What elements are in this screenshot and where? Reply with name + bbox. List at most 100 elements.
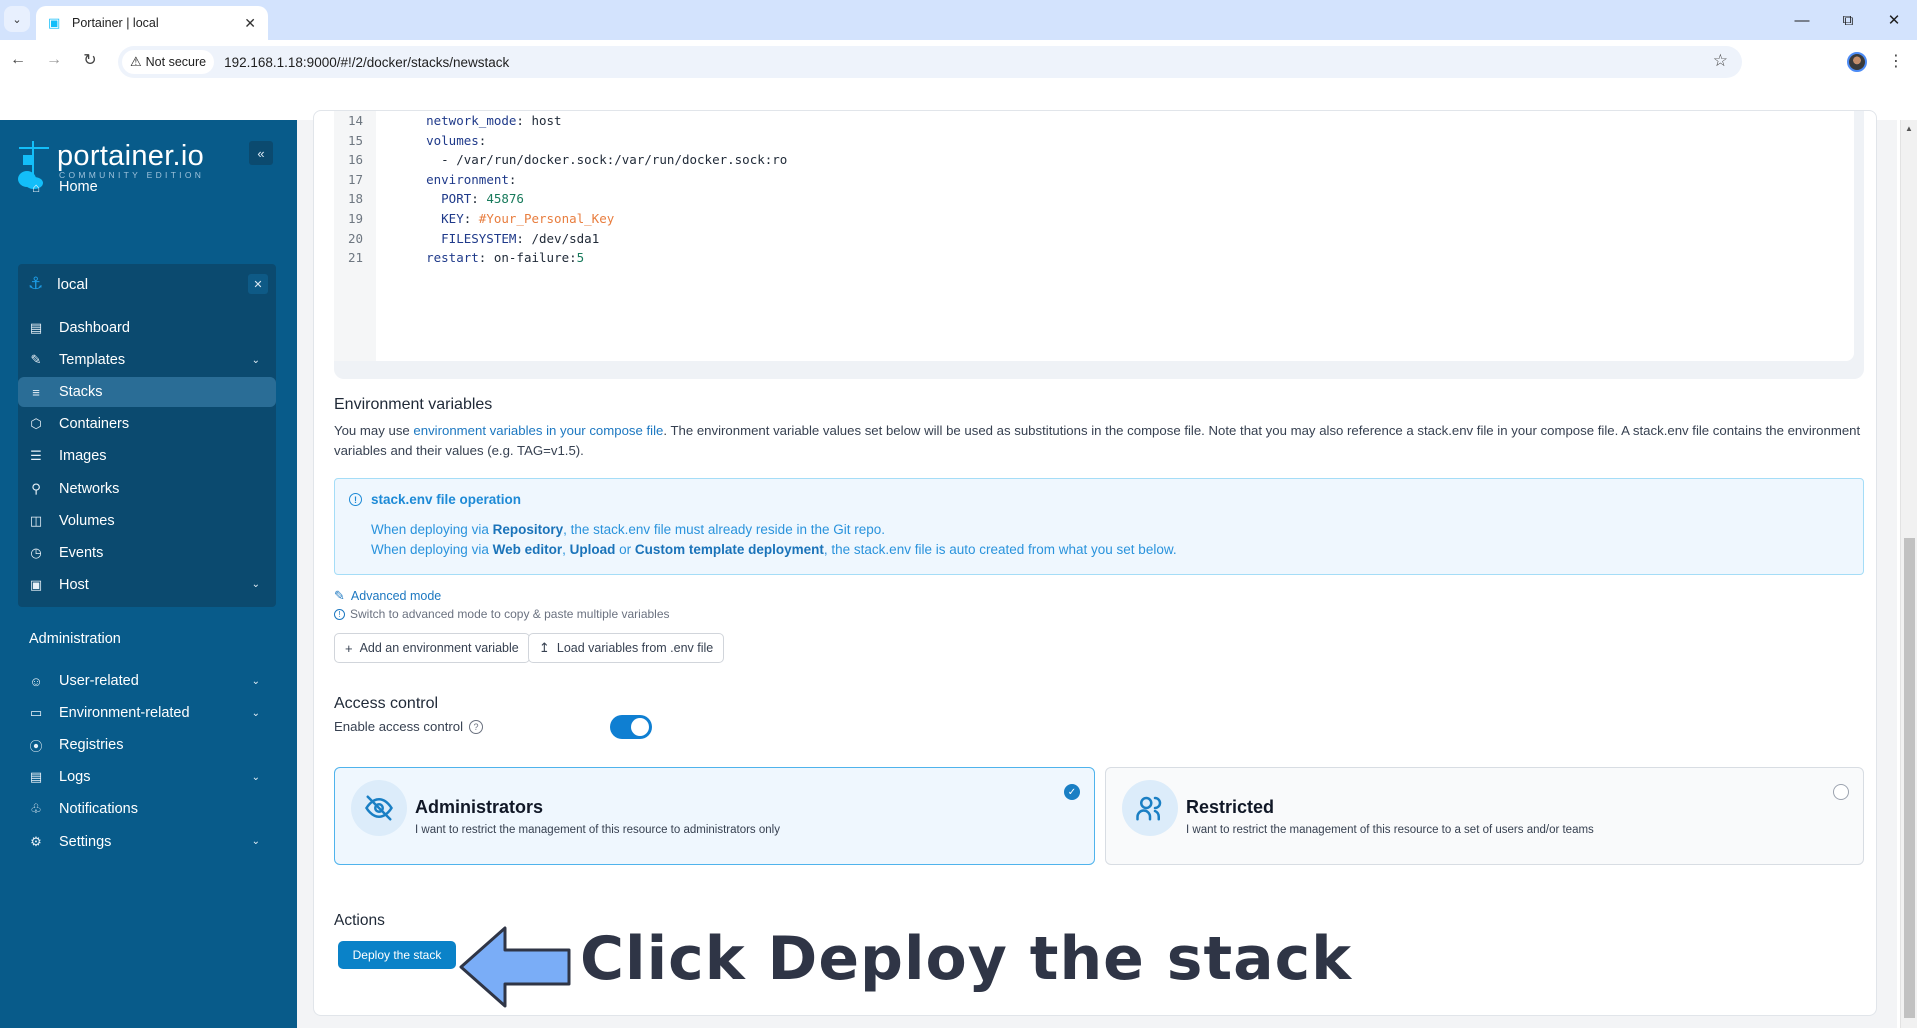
profile-avatar[interactable] — [1847, 52, 1867, 72]
bookmark-star-icon[interactable]: ☆ — [1713, 51, 1728, 71]
restore-icon[interactable]: ⧉ — [1825, 0, 1871, 40]
edit-icon: ✎ — [334, 588, 345, 603]
security-indicator[interactable]: ⚠ Not secure — [122, 50, 215, 74]
unselected-radio[interactable] — [1833, 784, 1849, 800]
code-line: 15 volumes: — [334, 131, 486, 151]
code-line: 16 - /var/run/docker.sock:/var/run/docke… — [334, 150, 787, 170]
chevron-down-icon[interactable]: ⌄ — [252, 676, 260, 687]
sidebar-item-dashboard[interactable]: ▤ Dashboard — [18, 313, 276, 343]
sidebar-item-label: Logs — [59, 769, 91, 786]
sidebar-item-settings[interactable]: ⚙ Settings ⌄ — [18, 827, 276, 857]
info-line-web-editor: When deploying via Web editor, Upload or… — [371, 542, 1177, 557]
sidebar-item-containers[interactable]: ⬡ Containers — [18, 409, 276, 439]
advanced-mode-hint: ! Switch to advanced mode to copy & past… — [334, 607, 670, 621]
access-control-toggle[interactable] — [610, 715, 652, 739]
file-text-icon: ▤ — [29, 769, 43, 785]
sidebar-item-images[interactable]: ☰ Images — [18, 441, 276, 471]
scrollbar-thumb[interactable] — [1904, 538, 1915, 1018]
access-option-administrators[interactable]: Administrators I want to restrict the ma… — [334, 767, 1095, 865]
radio-icon: ⦿ — [29, 738, 43, 754]
sidebar-item-label: Templates — [59, 352, 126, 369]
option-title: Administrators — [415, 797, 544, 817]
chevron-down-icon[interactable]: ⌄ — [252, 579, 260, 590]
sidebar-item-environment-related[interactable]: ▭ Environment-related ⌄ — [18, 698, 276, 728]
sidebar-item-notifications[interactable]: ♧ Notifications — [18, 794, 276, 824]
sidebar-item-events[interactable]: ◷ Events — [18, 538, 276, 568]
line-number: 14 — [348, 113, 364, 128]
stack-form-card: 14 network_mode: host 15 volumes: 16 - /v… — [313, 110, 1877, 1016]
browser-menu-icon[interactable]: ⋮ — [1888, 50, 1904, 74]
close-tab-icon[interactable]: ✕ — [244, 15, 256, 32]
deploy-stack-button[interactable]: Deploy the stack — [338, 941, 456, 969]
upload-icon: ↥ — [539, 640, 550, 655]
sidebar-item-label: User-related — [59, 673, 139, 689]
window-controls: — ⧉ ✕ — [1779, 0, 1917, 40]
close-window-icon[interactable]: ✕ — [1871, 0, 1917, 40]
code-line: 18 PORT: 45876 — [334, 189, 524, 209]
sidebar-item-home[interactable]: ⌂ Home — [18, 172, 276, 202]
back-icon[interactable]: ← — [6, 48, 30, 72]
line-number: 15 — [348, 132, 364, 148]
environment-name: local — [57, 275, 89, 293]
compose-editor[interactable]: 14 network_mode: host 15 volumes: 16 - /v… — [334, 111, 1854, 361]
sidebar-item-label: Home — [59, 179, 98, 195]
code-text: - /var/run/docker.sock:/var/run/docker.s… — [441, 152, 788, 168]
annotation-arrow-icon — [459, 926, 571, 1008]
sidebar-item-host[interactable]: ▣ Host ⌄ — [18, 570, 276, 600]
sidebar-item-registries[interactable]: ⦿ Registries — [18, 730, 276, 760]
sidebar-item-label: Environment-related — [59, 705, 190, 722]
url-text[interactable]: 192.168.1.18:9000/#!/2/docker/stacks/new… — [224, 55, 509, 70]
sidebar-item-user-related[interactable]: ☺ User-related ⌄ — [18, 666, 276, 696]
minimize-icon[interactable]: — — [1779, 0, 1825, 40]
advanced-mode-link[interactable]: ✎ Advanced mode — [334, 588, 441, 604]
help-icon[interactable]: ? — [469, 719, 484, 734]
annotation-text: Click Deploy the stack — [580, 924, 1353, 994]
users-icon — [1122, 780, 1178, 836]
layers-icon: ≡ — [32, 384, 40, 400]
env-vars-doc-link[interactable]: environment variables in your compose fi… — [413, 423, 663, 438]
add-env-variable-button[interactable]: + Add an environment variable — [334, 633, 530, 663]
hint-text: Switch to advanced mode to copy & paste … — [350, 607, 670, 621]
administration-heading: Administration — [29, 631, 121, 647]
box-icon: ⬡ — [30, 416, 42, 432]
info-icon: ! — [334, 608, 345, 620]
chevron-down-icon[interactable]: ⌄ — [252, 772, 260, 783]
code-editor-container: 14 network_mode: host 15 volumes: 16 - /v… — [334, 111, 1864, 379]
line-number: 17 — [348, 171, 364, 187]
edit-icon: ✎ — [30, 352, 42, 368]
sidebar-item-templates[interactable]: ✎ Templates ⌄ — [18, 345, 276, 375]
page-scrollbar[interactable]: ▲ — [1900, 120, 1917, 1028]
load-env-file-button[interactable]: ↥ Load variables from .env file — [528, 633, 725, 663]
chevron-down-icon[interactable]: ⌄ — [252, 708, 260, 719]
chevron-down-icon[interactable]: ⌄ — [252, 836, 260, 847]
code-line: 19 KEY: #Your_Personal_Key — [334, 209, 614, 229]
sidebar-item-label: Stacks — [59, 384, 103, 401]
code-text: FILESYSTEM: /dev/sda1 — [441, 230, 600, 246]
info-line-repository: When deploying via Repository, the stack… — [371, 522, 885, 537]
chevrons-left-icon: « — [257, 145, 265, 161]
sidebar-item-networks[interactable]: ⚲ Networks — [18, 474, 276, 504]
reload-icon[interactable]: ↻ — [78, 48, 102, 72]
address-bar[interactable]: ⚠ Not secure 192.168.1.18:9000/#!/2/dock… — [118, 46, 1742, 78]
sidebar-item-volumes[interactable]: ◫ Volumes — [18, 506, 276, 536]
chevron-down-icon[interactable]: ⌄ — [252, 355, 260, 366]
network-icon: ⚲ — [31, 480, 41, 496]
portainer-favicon-icon: ▣ — [48, 15, 61, 30]
hard-drive-icon: ▭ — [29, 705, 43, 721]
chevron-down-icon: ⌄ — [12, 13, 22, 26]
tab-search-button[interactable]: ⌄ — [4, 6, 30, 32]
code-text: KEY: #Your_Personal_Key — [441, 211, 615, 226]
sidebar: portainer.io COMMUNITY EDITION « ⌂ Home … — [0, 120, 297, 1028]
users-icon: ☺ — [29, 673, 43, 689]
browser-tab[interactable]: ▣ Portainer | local ✕ — [36, 6, 268, 40]
scroll-up-icon[interactable]: ▲ — [1905, 124, 1913, 133]
sidebar-item-stacks[interactable]: ≡ Stacks — [18, 377, 276, 408]
sidebar-item-logs[interactable]: ▤ Logs ⌄ — [18, 762, 276, 792]
line-number: 21 — [348, 250, 364, 266]
access-option-restricted[interactable]: Restricted I want to restrict the manage… — [1105, 767, 1864, 865]
clear-environment-button[interactable]: ✕ — [248, 274, 268, 294]
code-text: PORT: 45876 — [441, 191, 524, 207]
forward-icon[interactable]: → — [42, 48, 66, 72]
clock-icon: ◷ — [30, 544, 42, 560]
collapse-sidebar-button[interactable]: « — [249, 141, 273, 165]
